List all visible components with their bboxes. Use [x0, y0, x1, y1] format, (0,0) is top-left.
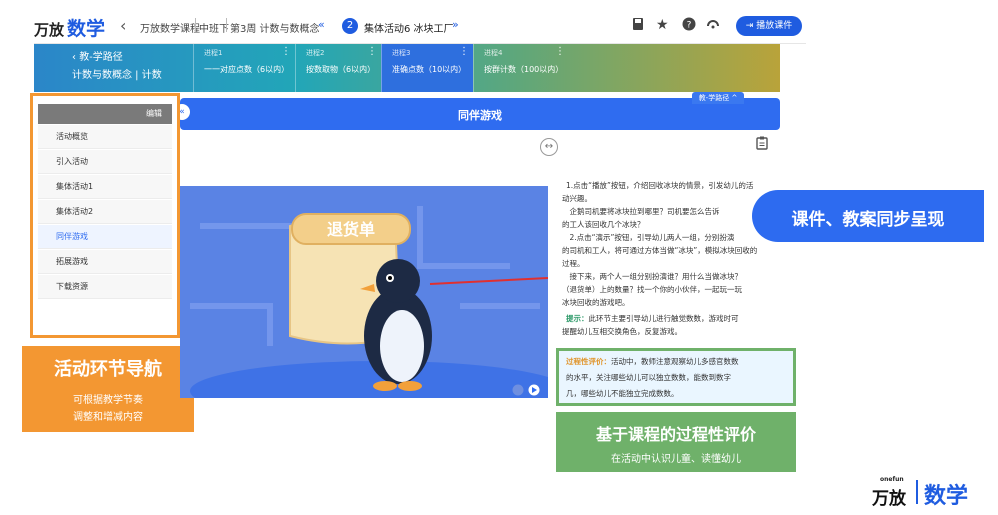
chevron-up-icon: ^ [729, 94, 738, 102]
breadcrumb-grade[interactable]: 中班下 [199, 20, 229, 35]
app-logo-fangfang: 万放 [34, 21, 65, 39]
app-logo: 万放 数学 [34, 14, 105, 41]
sidebar-item-overview[interactable]: 活动概览 [38, 125, 172, 149]
step-title: 按群计数（100以内） [484, 65, 564, 74]
app-logo-shuxue: 数学 [67, 18, 106, 40]
play-icon: ⇥ [745, 21, 757, 31]
teaching-path-back[interactable]: ‹ 教-学路径 [72, 48, 123, 63]
play-courseware-label: 播放课件 [756, 21, 793, 31]
sync-callout-text: 课件、教案同步呈现 [791, 210, 945, 230]
lesson-line: （退货单）上的数量？找一个你的小伙伴，一起玩一玩 [562, 285, 742, 294]
evaluation-annotation-desc: 在活动中认识儿童、读懂幼儿 [611, 454, 741, 465]
progress-step-3[interactable]: 进程3 准确点数（10以内） ⋮ [381, 44, 473, 92]
next-session-icon[interactable]: » [452, 18, 459, 31]
lesson-tip: 提示：此环节主要引导幼儿进行触觉数数，游戏时可 [566, 313, 739, 325]
lesson-line: 1.点击“播放”按钮，介绍回收冰块的情景，引发幼儿的活 [566, 181, 754, 190]
more-options-icon[interactable]: ⋮ [459, 46, 469, 57]
lesson-line: 企鹅司机要将冰块拉到哪里？司机要怎么告诉 [562, 207, 720, 216]
lesson-line: 2.点击“演示”按钮，引导幼儿两人一组，分别扮演 [562, 233, 735, 242]
expand-split-icon[interactable]: ↔ [540, 138, 558, 156]
play-courseware-button[interactable]: ⇥ 播放课件 [736, 16, 802, 36]
lesson-line: 的司机和工人，将可通过方体当做“冰块”，模拟冰块回收的 [562, 246, 758, 255]
brand-onefun: onefun [880, 476, 904, 483]
help-icon[interactable]: ? [682, 17, 696, 35]
sidebar-edit-button[interactable]: 编辑 [38, 104, 172, 124]
lesson-line: 接下来，两个人一组分别扮演谁？用什么当做冰块？ [562, 272, 742, 281]
progress-step-2[interactable]: 进程2 按数取物（6以内） ⋮ [295, 44, 381, 92]
lesson-line: 的工人该回收几个冰块？ [562, 220, 645, 229]
lesson-tip-line: 提醒幼儿互相交换角色，反复游戏。 [562, 327, 682, 336]
step-number: 进程2 [306, 49, 325, 57]
evaluation-line: 的水平，关注哪些幼儿可以独立数数，能数到数字 [566, 373, 731, 382]
lesson-line: 冰块回收的游戏吧。 [562, 298, 630, 307]
sidebar-item-group-activity-2[interactable]: 集体活动2 [38, 200, 172, 224]
previous-session-icon[interactable]: « [318, 18, 325, 31]
nav-annotation-desc-1: 可根据教学节奏 [73, 395, 143, 406]
evaluation-label: 过程性评价： [566, 357, 611, 366]
step-title: 按数取物（6以内） [306, 65, 376, 74]
brand-name: 万放 [872, 489, 906, 509]
step-title: 准确点数（10以内） [392, 65, 467, 74]
bookmark-icon[interactable] [632, 17, 644, 35]
brand-subject: 数学 [924, 484, 969, 509]
breadcrumb-week[interactable]: 第3周 计数与数概念 [230, 20, 320, 35]
step-number: 进程1 [204, 49, 223, 57]
step-title: 一一对应点数（6以内） [204, 65, 290, 74]
teaching-path-subtitle: 计数与数概念 | 计数 [72, 70, 162, 81]
loop-icon[interactable] [512, 384, 524, 396]
step-number: 进程4 [484, 49, 503, 57]
progress-step-4[interactable]: 进程4 按群计数（100以内） ⋮ [473, 44, 569, 92]
clipboard-icon[interactable] [756, 136, 768, 154]
cloud-sync-icon[interactable] [706, 17, 720, 35]
brand-divider [916, 480, 918, 504]
media-controls[interactable] [512, 381, 542, 396]
breadcrumb-separator [195, 18, 196, 32]
star-icon[interactable]: ★ [656, 17, 669, 33]
teaching-path-back-label: 教-学路径 [79, 52, 123, 63]
lesson-line: 动兴趣。 [562, 194, 592, 203]
more-options-icon[interactable]: ⋮ [555, 46, 565, 57]
step-number: 进程3 [392, 49, 411, 57]
lesson-tip-label: 提示： [566, 314, 589, 323]
session-title: 集体活动6 冰块工厂 [364, 24, 454, 35]
evaluation-line: 过程性评价：活动中，教师注意观察幼儿多感官数数 [566, 356, 739, 367]
sidebar-item-extension-game[interactable]: 拓展游戏 [38, 250, 172, 274]
penguin-scene: 退货单 [180, 186, 548, 398]
sidebar-item-group-activity-1[interactable]: 集体活动1 [38, 175, 172, 199]
more-options-icon[interactable]: ⋮ [367, 46, 377, 57]
evaluation-line: 几，哪些幼儿不能独立完成数数。 [566, 389, 679, 398]
evaluation-text: 活动中，教师注意观察幼儿多感官数数 [611, 357, 739, 366]
progress-step-1[interactable]: 进程1 一一对应点数（6以内） ⋮ [193, 44, 295, 92]
more-options-icon[interactable]: ⋮ [281, 46, 291, 57]
sidebar-item-intro[interactable]: 引入活动 [38, 150, 172, 174]
session-number-badge: 2 [342, 18, 358, 34]
lesson-line: 过程。 [562, 259, 585, 268]
sidebar-item-peer-game[interactable]: 同伴游戏 [38, 225, 172, 249]
nav-annotation-title: 活动环节导航 [54, 359, 162, 380]
svg-text:?: ? [687, 21, 692, 31]
sidebar-item-download[interactable]: 下载资源 [38, 275, 172, 299]
breadcrumb-separator [226, 18, 227, 32]
return-slip-text: 退货单 [327, 220, 375, 239]
courseware-slide[interactable]: 退货单 [180, 186, 548, 398]
evaluation-annotation-title: 基于课程的过程性评价 [595, 425, 756, 444]
teaching-path-tab-label: 教-学路径 [698, 94, 730, 102]
lesson-tip-text: 此环节主要引导幼儿进行触觉数数，游戏时可 [588, 314, 739, 323]
breadcrumb-course[interactable]: 万放数学课程 [140, 20, 200, 35]
teaching-path-tab[interactable]: 教-学路径 ^ [692, 92, 744, 104]
activity-title: 同伴游戏 [458, 109, 502, 122]
nav-annotation-desc-2: 调整和增减内容 [73, 412, 143, 423]
back-arrow-icon[interactable]: ‹ [120, 16, 126, 35]
